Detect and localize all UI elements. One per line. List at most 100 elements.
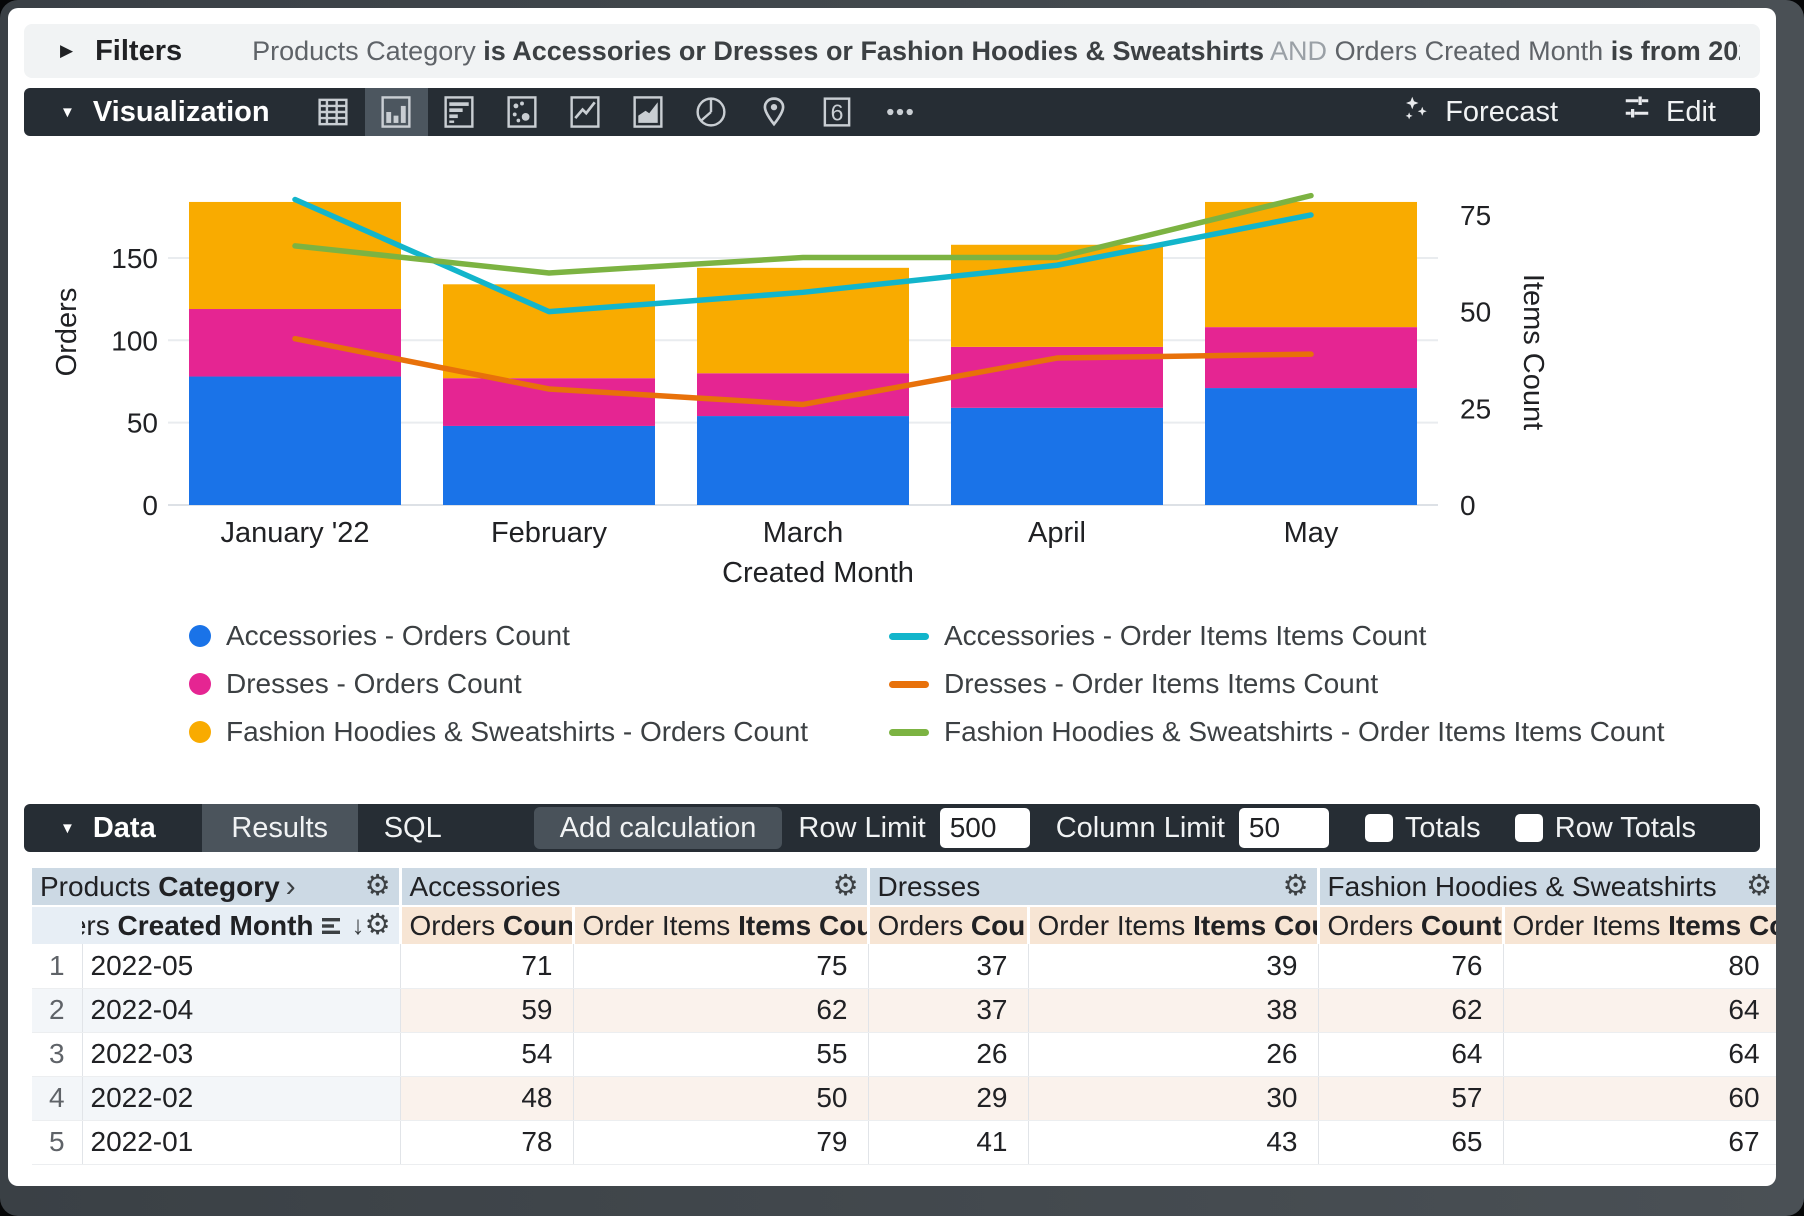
column-chart-icon[interactable]	[365, 88, 428, 136]
legend-item[interactable]: Accessories - Order Items Items Count	[889, 618, 1665, 654]
filters-bar[interactable]: ▶ Filters Products Category is Accessori…	[24, 24, 1760, 78]
dimension-cell[interactable]: 2022-02	[82, 1076, 400, 1120]
data-collapse-icon[interactable]: ▼	[60, 820, 75, 837]
measure-cell[interactable]: 78	[400, 1120, 573, 1164]
measure-cell[interactable]: 79	[573, 1120, 868, 1164]
measure-cell[interactable]: 64	[1503, 988, 1776, 1032]
measure-cell[interactable]: 43	[1028, 1120, 1318, 1164]
measure-cell[interactable]: 75	[573, 944, 868, 988]
measure-cell[interactable]: 26	[868, 1032, 1028, 1076]
column-group-header[interactable]: Dresses⚙	[868, 868, 1318, 906]
legend-item[interactable]: Dresses - Order Items Items Count	[889, 666, 1665, 702]
filter-segment: is Accessories or Dresses or Fashion Hoo…	[483, 36, 1264, 66]
column-limit-input[interactable]	[1239, 808, 1329, 848]
measure-cell[interactable]: 59	[400, 988, 573, 1032]
dimension-cell[interactable]: 2022-01	[82, 1120, 400, 1164]
field-header-measure[interactable]: Orders Count⚙	[868, 906, 1028, 944]
map-chart-icon[interactable]	[743, 88, 806, 136]
row-limit-input[interactable]	[940, 808, 1030, 848]
subtotal-icon[interactable]	[322, 917, 344, 935]
measure-cell[interactable]: 65	[1318, 1120, 1503, 1164]
totals-checkbox[interactable]	[1365, 814, 1393, 842]
measure-cell[interactable]: 71	[400, 944, 573, 988]
gear-icon[interactable]: ⚙	[1283, 872, 1309, 901]
bar-segment[interactable]	[443, 426, 655, 505]
bar-segment[interactable]	[697, 416, 909, 505]
measure-cell[interactable]: 55	[573, 1032, 868, 1076]
data-toolbar-right: Row Limit Column Limit Totals Row Totals	[798, 808, 1760, 848]
measure-cell[interactable]: 38	[1028, 988, 1318, 1032]
measure-cell[interactable]: 29	[868, 1076, 1028, 1120]
single-value-icon[interactable]: 6	[806, 88, 869, 136]
legend-item[interactable]: Dresses - Orders Count	[189, 666, 889, 702]
column-group-header[interactable]: Fashion Hoodies & Sweatshirts ⚙	[1318, 868, 1776, 906]
bar-chart-icon[interactable]	[428, 88, 491, 136]
measure-cell[interactable]: 64	[1318, 1032, 1503, 1076]
forecast-button[interactable]: Forecast	[1401, 93, 1558, 131]
bar-segment[interactable]	[1205, 388, 1417, 505]
pie-chart-icon[interactable]	[680, 88, 743, 136]
measure-cell[interactable]: 62	[573, 988, 868, 1032]
visualization-collapse-icon[interactable]: ▼	[60, 104, 75, 121]
legend-label: Accessories - Order Items Items Count	[944, 620, 1426, 652]
dimension-cell[interactable]: 2022-05	[82, 944, 400, 988]
sort-desc-icon[interactable]: ↓	[352, 910, 365, 941]
combo-chart[interactable]: 0501001500255075January '22FebruaryMarch…	[32, 140, 1776, 592]
measure-cell[interactable]: 57	[1318, 1076, 1503, 1120]
scatter-chart-icon[interactable]	[491, 88, 554, 136]
bar-segment[interactable]	[443, 378, 655, 426]
measure-cell[interactable]: 80	[1503, 944, 1776, 988]
add-calculation-button[interactable]: Add calculation	[534, 807, 783, 849]
chevron-right-icon[interactable]: ›	[286, 870, 296, 904]
x-axis-label: January '22	[220, 517, 369, 549]
bar-segment[interactable]	[189, 309, 401, 377]
field-header-orders-created-month[interactable]: Orders Created Month↓⚙	[82, 906, 400, 944]
filters-expand-icon[interactable]: ▶	[60, 41, 73, 61]
measure-cell[interactable]: 67	[1503, 1120, 1776, 1164]
measure-cell[interactable]: 62	[1318, 988, 1503, 1032]
measure-cell[interactable]: 48	[400, 1076, 573, 1120]
bar-segment[interactable]	[697, 373, 909, 416]
measure-cell[interactable]: 37	[868, 944, 1028, 988]
bar-segment[interactable]	[443, 284, 655, 378]
measure-cell[interactable]: 37	[868, 988, 1028, 1032]
header-label: Fashion Hoodies & Sweatshirts	[1328, 871, 1717, 903]
dimension-cell[interactable]: 2022-04	[82, 988, 400, 1032]
measure-cell[interactable]: 39	[1028, 944, 1318, 988]
table-chart-icon[interactable]	[302, 88, 365, 136]
gear-icon[interactable]: ⚙	[365, 911, 391, 940]
edit-button[interactable]: Edit	[1622, 93, 1716, 131]
measure-cell[interactable]: 41	[868, 1120, 1028, 1164]
field-header-measure[interactable]: Order Items Items Count⚙	[573, 906, 868, 944]
bar-segment[interactable]	[951, 408, 1163, 505]
tune-icon	[1622, 93, 1652, 131]
field-header-measure[interactable]: Orders Count⚙	[1318, 906, 1503, 944]
legend-item[interactable]: Fashion Hoodies & Sweatshirts - Order It…	[889, 714, 1665, 750]
measure-cell[interactable]: 76	[1318, 944, 1503, 988]
legend-item[interactable]: Fashion Hoodies & Sweatshirts - Orders C…	[189, 714, 889, 750]
more-charts-icon[interactable]	[869, 88, 932, 136]
tab-sql[interactable]: SQL	[358, 804, 468, 852]
gear-icon[interactable]: ⚙	[365, 872, 391, 901]
measure-cell[interactable]: 54	[400, 1032, 573, 1076]
area-chart-icon[interactable]	[617, 88, 680, 136]
gear-icon[interactable]: ⚙	[833, 872, 859, 901]
field-header-measure[interactable]: Orders Count⚙	[400, 906, 573, 944]
column-group-header[interactable]: Accessories⚙	[400, 868, 868, 906]
line-chart-icon[interactable]	[554, 88, 617, 136]
dimension-cell[interactable]: 2022-03	[82, 1032, 400, 1076]
measure-cell[interactable]: 60	[1503, 1076, 1776, 1120]
field-header-measure[interactable]: Order Items Items Count⚙	[1503, 906, 1776, 944]
measure-cell[interactable]: 64	[1503, 1032, 1776, 1076]
tab-results[interactable]: Results	[202, 804, 358, 852]
column-header-products-category[interactable]: Products Category›⚙	[32, 868, 400, 906]
bar-segment[interactable]	[189, 377, 401, 505]
gear-icon[interactable]: ⚙	[1746, 872, 1772, 901]
measure-cell[interactable]: 50	[573, 1076, 868, 1120]
measure-cell[interactable]: 30	[1028, 1076, 1318, 1120]
measure-cell[interactable]: 26	[1028, 1032, 1318, 1076]
row-totals-checkbox[interactable]	[1515, 814, 1543, 842]
field-header-measure[interactable]: Order Items Items Count⚙	[1028, 906, 1318, 944]
bar-segment[interactable]	[1205, 202, 1417, 327]
legend-item[interactable]: Accessories - Orders Count	[189, 618, 889, 654]
